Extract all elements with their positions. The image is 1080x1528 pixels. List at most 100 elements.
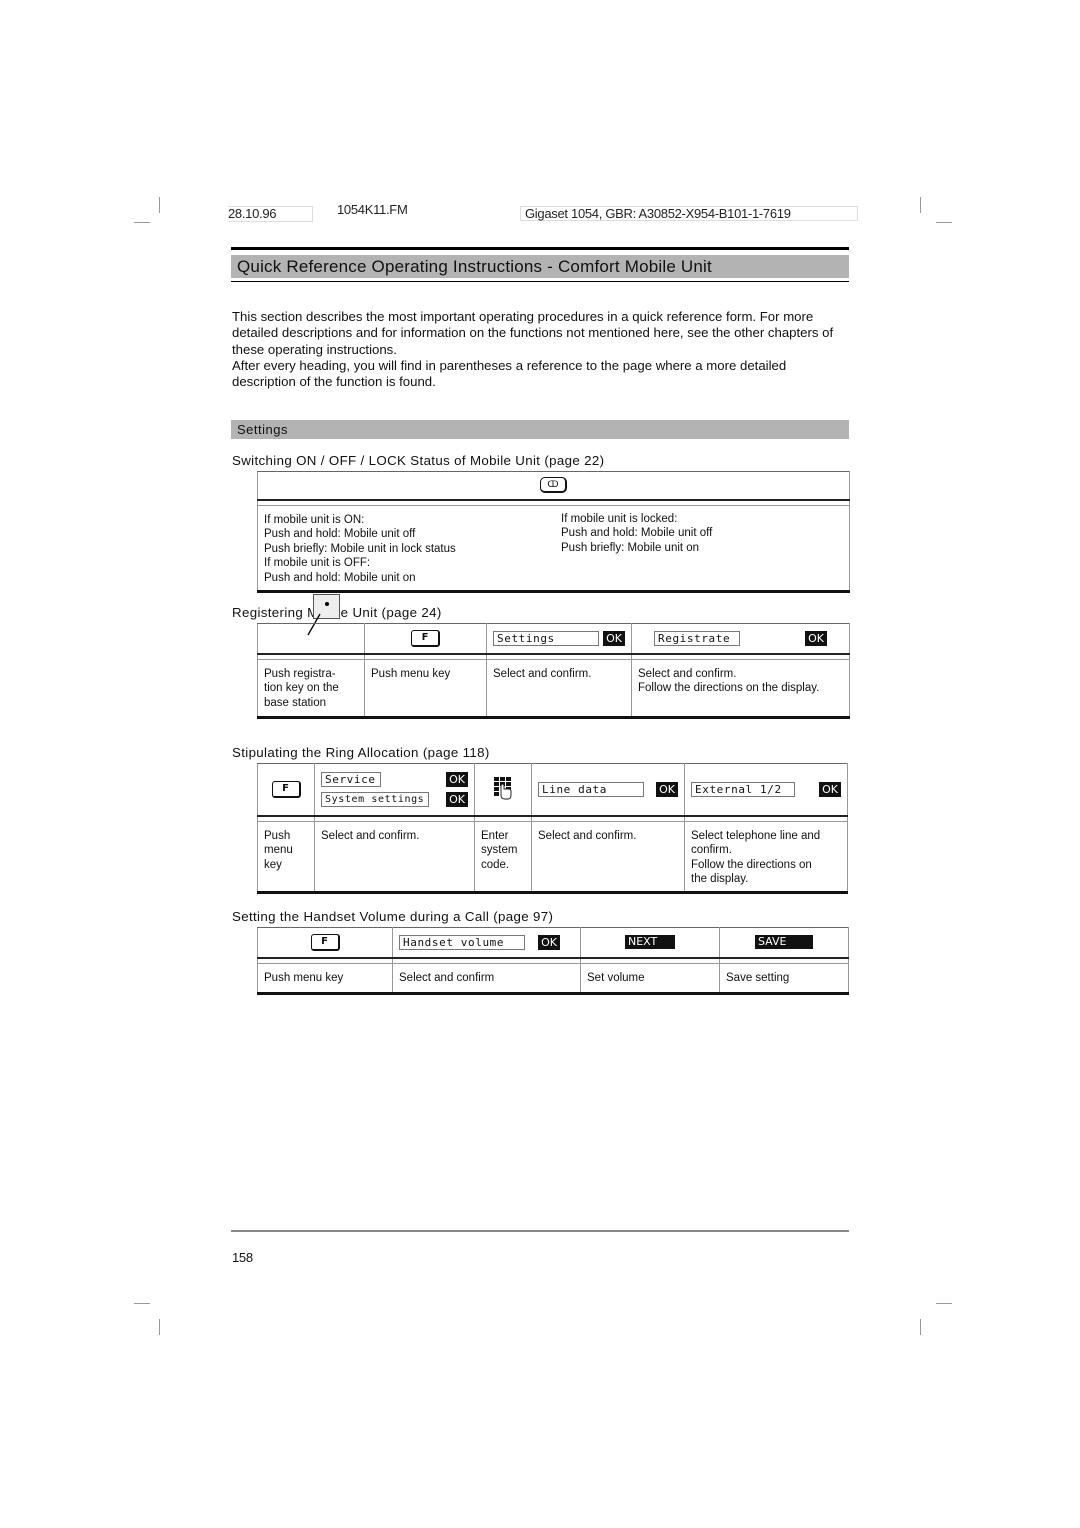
crop-mark xyxy=(134,222,150,223)
volume-table: F Handset volume OK NEXT SAVE Push menu … xyxy=(257,927,849,995)
crop-mark xyxy=(920,197,921,213)
desc-line: code. xyxy=(481,858,510,871)
keypad-icon xyxy=(494,776,512,800)
desc-line: If mobile unit is ON: xyxy=(264,513,365,526)
volume-fkey-cell: F xyxy=(257,927,393,958)
section-header: Settings xyxy=(231,420,849,439)
intro-text: This section describes the most importan… xyxy=(232,309,852,390)
ok-softkey: OK xyxy=(446,791,468,807)
lcd-registrate: Registrate xyxy=(654,630,740,646)
lcd-system-settings: System settings xyxy=(321,791,429,807)
volume-desc-1: Push menu key xyxy=(257,963,393,995)
next-softkey: NEXT xyxy=(625,935,675,950)
onoff-heading: Switching ON / OFF / LOCK Status of Mobi… xyxy=(232,453,605,468)
ok-softkey: OK xyxy=(446,771,468,787)
ring-desc-5: Select telephone line and confirm. Follo… xyxy=(684,821,848,894)
volume-desc-2: Select and confirm xyxy=(392,963,581,995)
desc-line: the display. xyxy=(691,873,749,886)
register-lcd-registrate-cell: Registrate OK xyxy=(631,623,850,654)
desc-line: tion key on the xyxy=(264,682,339,695)
onoff-key-cell: ↀ xyxy=(257,471,850,500)
menu-key-icon: F xyxy=(271,780,301,798)
header-product-ref: Gigaset 1054, GBR: A30852-X954-B101-1-76… xyxy=(520,206,858,221)
desc-line: Follow the directions on xyxy=(691,858,812,871)
ring-fkey-cell: F xyxy=(257,763,315,816)
register-icon-cell xyxy=(257,623,365,654)
volume-desc-3: Set volume xyxy=(580,963,720,995)
volume-next-cell: NEXT xyxy=(580,927,720,958)
desc-line: Push and hold: Mobile unit on xyxy=(264,571,416,584)
ring-desc-1: Push menu key xyxy=(257,821,315,894)
crop-mark xyxy=(159,1319,160,1335)
register-desc-3: Select and confirm. xyxy=(486,659,632,719)
volume-save-cell: SAVE xyxy=(719,927,849,958)
ok-softkey: OK xyxy=(656,781,678,797)
title-top-rule xyxy=(231,247,849,250)
menu-key-icon: F xyxy=(310,933,340,951)
save-softkey: SAVE xyxy=(755,935,813,950)
register-table: F Settings OK Registrate OK Push registr… xyxy=(257,623,850,719)
desc-line: Push xyxy=(264,829,291,842)
desc-line: Select and confirm. xyxy=(538,829,637,842)
intro-paragraph: This section describes the most importan… xyxy=(232,309,834,357)
ok-softkey: OK xyxy=(538,934,560,950)
onoff-right-desc: If mobile unit is locked: Push and hold:… xyxy=(555,505,850,593)
onoff-left-desc: If mobile unit is ON: Push and hold: Mob… xyxy=(257,505,555,593)
lcd-service: Service xyxy=(321,771,381,787)
volume-desc-4: Save setting xyxy=(719,963,849,995)
register-desc-4: Select and confirm. Follow the direction… xyxy=(631,659,850,719)
header-date: 28.10.96 xyxy=(228,206,313,222)
desc-line: Follow the directions on the display. xyxy=(638,682,820,695)
desc-line: Select telephone line and xyxy=(691,829,821,842)
ring-desc-2: Select and confirm. xyxy=(314,821,475,894)
power-key-icon: ↀ xyxy=(540,477,567,494)
header-file: 1054K11.FM xyxy=(337,202,408,217)
ring-desc-3: Enter system code. xyxy=(474,821,532,894)
page-number: 158 xyxy=(232,1250,253,1265)
desc-line: Push and hold: Mobile unit off xyxy=(264,528,416,541)
menu-key-icon: F xyxy=(411,629,440,647)
ring-lcd-line-cell: Line data OK xyxy=(531,763,685,816)
desc-line: Push registra- xyxy=(264,667,336,680)
lcd-handset-volume: Handset volume xyxy=(399,934,525,950)
volume-lcd-cell: Handset volume OK xyxy=(392,927,581,958)
crop-mark xyxy=(134,1303,150,1304)
ring-lcd-service-cell: Service OK System settings OK xyxy=(314,763,475,816)
desc-line: Select and confirm. xyxy=(493,667,592,680)
desc-line: If mobile unit is OFF: xyxy=(264,557,371,570)
desc-line: Select and confirm. xyxy=(638,667,737,680)
register-lcd-settings-cell: Settings OK xyxy=(486,623,632,654)
ok-softkey: OK xyxy=(603,630,625,646)
ok-softkey: OK xyxy=(805,630,827,646)
title-bottom-rule xyxy=(231,281,849,282)
lcd-external: External 1/2 xyxy=(691,781,795,797)
lcd-settings: Settings xyxy=(493,630,599,646)
desc-line: base station xyxy=(264,696,327,709)
intro-paragraph: After every heading, you will find in pa… xyxy=(232,357,787,390)
onoff-table: ↀ If mobile unit is ON: Push and hold: M… xyxy=(257,471,850,593)
desc-line: Select and confirm. xyxy=(321,829,420,842)
ring-keypad-cell xyxy=(474,763,532,816)
desc-line: Enter xyxy=(481,829,509,842)
footer-rule xyxy=(231,1230,849,1232)
desc-line: menu xyxy=(264,844,293,857)
desc-line: key xyxy=(264,858,282,871)
desc-line: Push briefly: Mobile unit on xyxy=(561,541,700,554)
desc-line: Push menu key xyxy=(371,667,451,680)
desc-line: system xyxy=(481,844,518,857)
crop-mark xyxy=(920,1319,921,1335)
page-title: Quick Reference Operating Instructions -… xyxy=(231,255,849,278)
desc-line: confirm. xyxy=(691,844,732,857)
crop-mark xyxy=(936,222,952,223)
desc-line: Push and hold: Mobile unit off xyxy=(561,527,713,540)
crop-mark xyxy=(159,197,160,213)
ring-table: F Service OK System settings OK Line dat… xyxy=(257,763,848,894)
crop-mark xyxy=(936,1303,952,1304)
desc-line: Push briefly: Mobile unit in lock status xyxy=(264,542,456,555)
register-fkey-cell: F xyxy=(364,623,487,654)
lcd-line-data: Line data xyxy=(538,781,644,797)
ring-lcd-external-cell: External 1/2 OK xyxy=(684,763,848,816)
register-desc-1: Push registra- tion key on the base stat… xyxy=(257,659,365,719)
ok-softkey: OK xyxy=(819,781,841,797)
desc-line: If mobile unit is locked: xyxy=(561,512,678,525)
